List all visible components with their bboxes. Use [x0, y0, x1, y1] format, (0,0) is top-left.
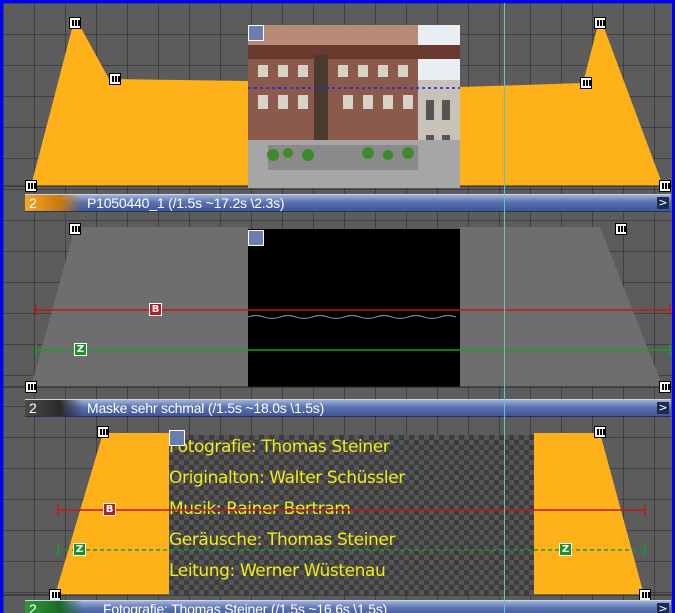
- track-2-mask[interactable]: B Z 2 Maske sehr schmal (/1.5s ~18.0s \1…: [3, 213, 672, 423]
- expand-arrow-icon[interactable]: >: [657, 197, 669, 209]
- timeline-window: 2 P1050440_1 (/1.5s ~17.2s \2.3s) > B Z: [0, 0, 675, 613]
- credits-line: Geräusche: Thomas Steiner: [169, 530, 396, 550]
- track-title: P1050440_1 (/1.5s ~17.2s \2.3s): [87, 195, 285, 211]
- track-title: Maske sehr schmal (/1.5s ~18.0s \1.5s): [87, 400, 325, 416]
- keyframe-handle[interactable]: [580, 77, 592, 89]
- green-keyframe-icon[interactable]: Z: [559, 543, 572, 556]
- keyframe-handle[interactable]: [594, 426, 606, 438]
- track-number: 2: [29, 601, 37, 613]
- keyframe-handle[interactable]: [659, 180, 671, 192]
- keyframe-handle[interactable]: [97, 426, 109, 438]
- track-2-thumbnail-marker[interactable]: [248, 230, 264, 246]
- building-photo-icon: [248, 25, 460, 188]
- credits-line: Fotografie: Thomas Steiner: [169, 437, 390, 457]
- keyframe-handle[interactable]: [109, 73, 121, 85]
- track-1-title-bar[interactable]: 2 P1050440_1 (/1.5s ~17.2s \2.3s) >: [25, 194, 671, 212]
- green-keyframe-icon[interactable]: Z: [74, 343, 87, 356]
- keyframe-handle[interactable]: [69, 17, 81, 29]
- credits-text-preview[interactable]: Fotografie: Thomas Steiner Originalton: …: [169, 435, 534, 595]
- track-3-title-bar[interactable]: 2 Fotografie: Thomas Steiner (/1.5s ~16.…: [25, 600, 671, 613]
- credits-line: Musik: Rainer Bertram: [169, 499, 351, 519]
- keyframe-handle[interactable]: [69, 223, 81, 235]
- track-number: 2: [29, 400, 37, 416]
- track-2-title-bar[interactable]: 2 Maske sehr schmal (/1.5s ~18.0s \1.5s)…: [25, 399, 671, 417]
- red-keyframe-icon[interactable]: B: [103, 503, 116, 516]
- track-1-thumbnail-marker[interactable]: [248, 25, 264, 41]
- track-2-envelope[interactable]: [3, 213, 672, 423]
- keyframe-handle[interactable]: [594, 17, 606, 29]
- expand-arrow-icon[interactable]: >: [657, 603, 669, 613]
- track-1-image[interactable]: 2 P1050440_1 (/1.5s ~17.2s \2.3s) >: [3, 3, 672, 213]
- track-3-thumbnail-marker[interactable]: [169, 430, 185, 446]
- track-number: 2: [29, 195, 37, 211]
- expand-arrow-icon[interactable]: >: [657, 402, 669, 414]
- keyframe-handle[interactable]: [25, 381, 37, 393]
- playhead-cursor-line[interactable]: [504, 3, 505, 613]
- track-title: Fotografie: Thomas Steiner (/1.5s ~16.6s…: [103, 601, 388, 613]
- keyframe-handle[interactable]: [659, 381, 671, 393]
- keyframe-handle[interactable]: [615, 223, 627, 235]
- credits-line: Leitung: Werner Wüstenau: [169, 561, 386, 581]
- credits-line: Originalton: Walter Schüssler: [169, 468, 405, 488]
- green-keyframe-icon[interactable]: Z: [73, 543, 86, 556]
- red-keyframe-icon[interactable]: B: [149, 303, 162, 316]
- keyframe-handle[interactable]: [25, 180, 37, 192]
- track-1-photo-thumbnail[interactable]: [248, 25, 460, 188]
